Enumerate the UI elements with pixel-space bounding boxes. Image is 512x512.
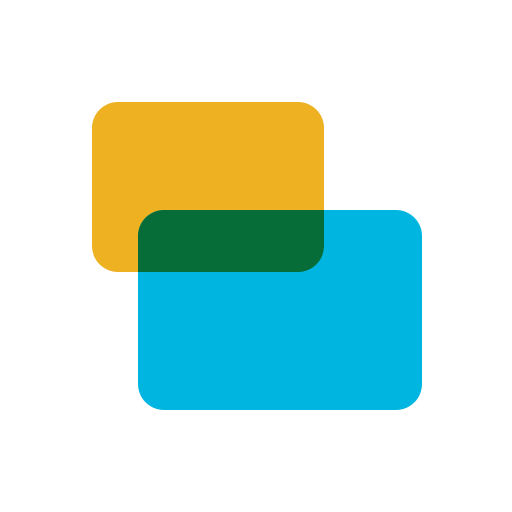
app-icon-canvas bbox=[0, 0, 512, 512]
overlapping-cards-icon bbox=[92, 102, 422, 410]
